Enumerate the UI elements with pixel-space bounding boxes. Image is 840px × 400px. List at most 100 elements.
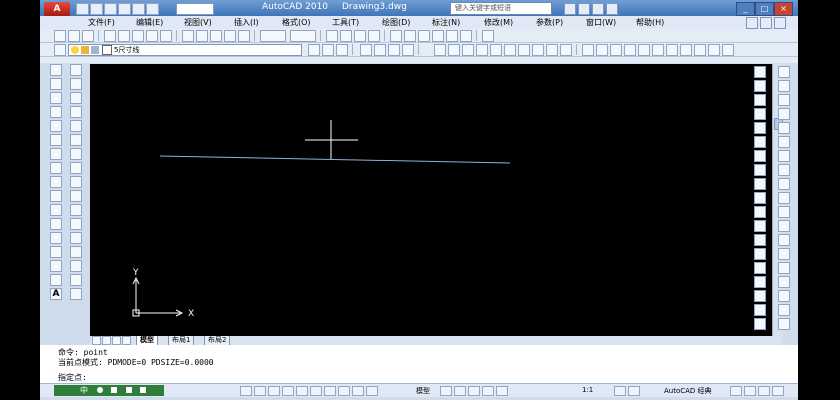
trim-icon[interactable] [70,190,82,202]
layer-previous-icon[interactable] [322,44,334,56]
plot-preview-icon[interactable] [118,30,130,42]
sw-iso-icon[interactable] [778,164,790,176]
polygon-icon[interactable] [50,106,62,118]
top-view-icon[interactable] [778,80,790,92]
erase-icon[interactable] [374,44,386,56]
qnew-icon[interactable] [54,30,66,42]
revision-cloud-icon[interactable] [50,162,62,174]
hardware-accel-icon[interactable] [744,386,756,396]
nw-iso-icon[interactable] [778,206,790,218]
open-icon[interactable] [90,3,103,15]
copy-tool-icon[interactable] [70,78,82,90]
extend-icon[interactable] [70,204,82,216]
scale-icon[interactable] [70,162,82,174]
properties-icon[interactable] [390,30,402,42]
insert-block-icon[interactable] [50,218,62,230]
free-orbit-icon[interactable] [778,248,790,260]
command-window[interactable]: 命令: point 当前点模式: PDMODE=0 PDSIZE=0.0000 … [40,345,798,383]
publish-3d-icon[interactable] [146,30,158,42]
steering-wheel-icon[interactable] [482,386,494,396]
snap-from-icon[interactable] [754,80,766,92]
snap-endpoint-icon[interactable] [754,94,766,106]
select-icon[interactable] [402,44,414,56]
dimension-text-edit-icon[interactable] [638,44,650,56]
tab-next-icon[interactable] [112,336,121,345]
dimension-update-icon[interactable] [652,44,664,56]
plot-icon[interactable] [104,30,116,42]
arc-length-icon[interactable] [462,44,474,56]
menu-parametric[interactable]: 参数(P) [536,17,563,28]
isolate-objects-icon[interactable] [758,386,770,396]
paste-icon[interactable] [210,30,222,42]
snap-extra2-icon[interactable] [754,318,766,330]
jogged-icon[interactable] [504,44,516,56]
space-dimension-icon[interactable] [694,44,706,56]
layer-state-icon[interactable] [336,44,348,56]
break-icon[interactable] [70,232,82,244]
rotate-icon[interactable] [70,148,82,160]
snap-center-icon[interactable] [754,164,766,176]
zoom-previous-icon[interactable] [368,30,380,42]
drawn-line[interactable] [159,155,511,164]
erase-tool-icon[interactable] [70,64,82,76]
ortho-button[interactable] [268,386,280,396]
center-mark-icon[interactable] [596,44,608,56]
hatch-icon[interactable] [50,260,62,272]
bottom-view-icon[interactable] [778,94,790,106]
print-icon[interactable] [118,3,131,15]
visual-style-icon[interactable] [778,304,790,316]
snap-parallel-icon[interactable] [754,220,766,232]
menu-insert[interactable]: 插入(I) [234,17,259,28]
pan-status-icon[interactable] [454,386,466,396]
menu-help[interactable]: 帮助(H) [636,17,664,28]
stretch-icon[interactable] [70,176,82,188]
tolerance-icon[interactable] [582,44,594,56]
offset-icon[interactable] [70,106,82,118]
save-file-icon[interactable] [82,30,94,42]
snap-tangent-icon[interactable] [754,192,766,204]
save-icon[interactable] [104,3,117,15]
menu-draw[interactable]: 绘图(D) [382,17,410,28]
close-button[interactable]: × [774,2,793,16]
cut-icon[interactable] [182,30,194,42]
tool-palettes-icon[interactable] [418,30,430,42]
doc-close-icon[interactable] [774,17,786,29]
pan-icon[interactable] [326,30,338,42]
undo-icon[interactable] [132,3,145,15]
application-menu-button[interactable]: A [44,2,70,16]
camera-icon[interactable] [778,220,790,232]
polyline-icon[interactable] [50,92,62,104]
redo-button[interactable] [290,30,316,42]
point-icon[interactable] [50,246,62,258]
copy-icon[interactable] [196,30,208,42]
region-icon[interactable] [50,274,62,286]
snap-quadrant-icon[interactable] [754,178,766,190]
snap-mode-button[interactable] [240,386,252,396]
make-current-layer-icon[interactable] [308,44,320,56]
mirror-icon[interactable] [70,92,82,104]
layer-dropdown[interactable]: 5尺寸线 [68,44,302,56]
workspace-switch[interactable]: AutoCAD 经典 [664,386,712,396]
explode-icon[interactable] [70,288,82,300]
orbit-icon[interactable] [778,234,790,246]
radius-dimension-icon[interactable] [490,44,502,56]
make-block-icon[interactable] [50,232,62,244]
undo-button[interactable] [260,30,286,42]
join-icon[interactable] [70,246,82,258]
etransmit-icon[interactable] [160,30,172,42]
snap-insert-icon[interactable] [754,234,766,246]
match-properties-icon[interactable] [224,30,236,42]
sheet-set-icon[interactable] [432,30,444,42]
se-iso-icon[interactable] [778,178,790,190]
clean-screen-icon[interactable] [772,386,784,396]
snap-intersection-icon[interactable] [754,122,766,134]
new-icon[interactable] [76,3,89,15]
design-center-icon[interactable] [404,30,416,42]
menu-edit[interactable]: 编辑(E) [136,17,163,28]
doc-minimize-icon[interactable] [746,17,758,29]
layout-view-icon[interactable] [440,386,452,396]
grid-button[interactable] [254,386,266,396]
menu-file[interactable]: 文件(F) [88,17,115,28]
continuous-orbit-icon[interactable] [778,262,790,274]
snap-none-icon[interactable] [754,276,766,288]
